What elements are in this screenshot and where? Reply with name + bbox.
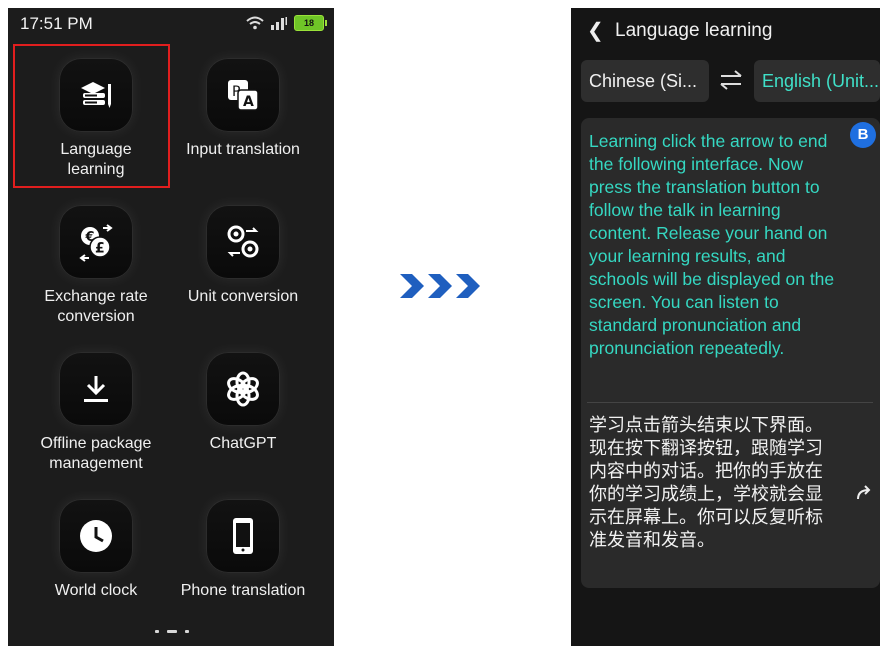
phone-icon: [233, 518, 253, 554]
battery-level: 18: [303, 18, 314, 28]
share-icon[interactable]: [854, 482, 874, 502]
language-learning-screen: ❮ Language learning Chinese (Si... Engli…: [571, 8, 880, 646]
avatar[interactable]: B: [850, 122, 876, 148]
divider: [587, 402, 873, 403]
wifi-icon: [246, 16, 264, 30]
tile-label: World clock: [54, 582, 138, 599]
tile-chatgpt[interactable]: ChatGPT: [163, 340, 323, 480]
source-language-select[interactable]: Chinese (Si...: [581, 60, 709, 102]
tile-label: Offline package management: [40, 435, 152, 472]
translated-text: 学习点击箭头结束以下界面。现在按下翻译按钮，跟随学习内容中的对话。把你的手放在你…: [589, 415, 823, 550]
tile-label: Exchange rate conversion: [44, 288, 148, 325]
translation-card: Learning click the arrow to end the foll…: [581, 118, 880, 588]
tile-unit-conversion[interactable]: Unit conversion: [163, 193, 323, 333]
tile-offline-package[interactable]: Offline package management: [16, 340, 176, 480]
back-icon[interactable]: ❮: [587, 18, 604, 43]
status-time: 17:51 PM: [20, 14, 93, 33]
page-title: Language learning: [615, 20, 773, 41]
input-translation-icon: P A: [228, 80, 259, 111]
exchange-rate-icon: € £: [79, 224, 113, 262]
status-bar: 17:51 PM 18: [8, 8, 334, 38]
page-indicator: [155, 630, 189, 633]
tile-phone-translation[interactable]: Phone translation: [163, 487, 323, 627]
chatgpt-icon: [227, 371, 259, 407]
svg-text:A: A: [243, 94, 254, 110]
tile-world-clock[interactable]: World clock: [16, 487, 176, 627]
clock-icon: [80, 520, 112, 552]
tile-label: Unit conversion: [187, 288, 299, 305]
target-language-select[interactable]: English (Unit...: [754, 60, 880, 102]
battery-icon: 18: [294, 15, 327, 31]
swap-languages-icon[interactable]: [717, 68, 745, 92]
svg-text:£: £: [95, 241, 105, 257]
unit-conversion-icon: [227, 225, 259, 258]
tile-label: Phone translation: [180, 582, 306, 599]
title-bar: ❮ Language learning: [571, 8, 880, 54]
signal-icon: [271, 17, 287, 30]
download-icon: [84, 376, 108, 402]
tile-exchange-rate[interactable]: € £ Exchange rate conversion: [16, 193, 176, 333]
next-step-arrows-icon: [400, 274, 480, 298]
highlight-box: [13, 44, 170, 188]
source-text: Learning click the arrow to end the foll…: [589, 131, 835, 358]
tile-input-translation[interactable]: P A Input translation: [163, 46, 323, 186]
tile-label: Input translation: [186, 141, 300, 158]
tile-label: ChatGPT: [209, 435, 277, 452]
